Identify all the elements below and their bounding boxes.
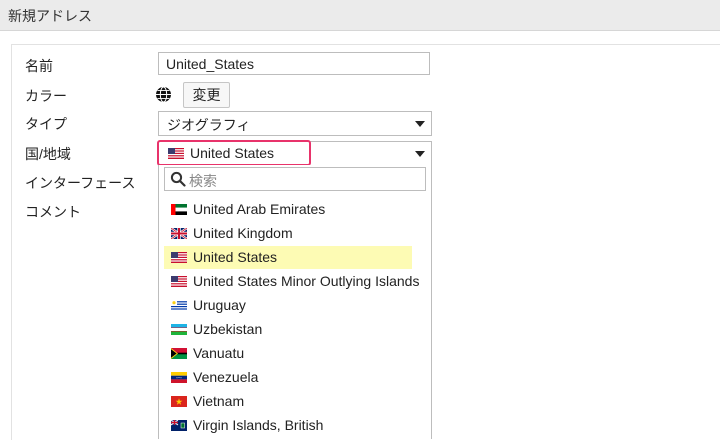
uzbekistan-flag-icon xyxy=(171,323,187,335)
chevron-down-icon xyxy=(415,151,425,157)
option-united-states[interactable]: United States xyxy=(164,246,412,269)
interface-label: インターフェース xyxy=(25,175,136,191)
option-uruguay[interactable]: Uruguay xyxy=(164,294,412,317)
vietnam-flag-icon xyxy=(171,395,187,407)
uae-flag-icon xyxy=(171,203,187,215)
window-title: 新規アドレス xyxy=(8,8,92,24)
type-select[interactable]: ジオグラフィ xyxy=(158,111,432,136)
option-uzbekistan[interactable]: Uzbekistan xyxy=(164,318,412,341)
option-label: United Kingdom xyxy=(193,225,293,241)
dropdown-search-input[interactable]: 検索 xyxy=(164,167,426,191)
title-bar: 新規アドレス xyxy=(0,0,720,31)
change-color-button[interactable]: 変更 xyxy=(183,82,230,108)
option-label: Virgin Islands, British xyxy=(193,417,324,433)
venezuela-flag-icon xyxy=(171,371,187,383)
option-label: Uruguay xyxy=(193,297,246,313)
color-label: カラー xyxy=(25,88,67,104)
option-us-minor-outlying-islands[interactable]: United States Minor Outlying Islands xyxy=(164,270,424,293)
name-field[interactable]: United_States xyxy=(158,52,430,75)
globe-icon xyxy=(156,86,171,103)
option-vietnam[interactable]: Vietnam xyxy=(164,390,412,413)
option-vanuatu[interactable]: Vanuatu xyxy=(164,342,412,365)
uk-flag-icon xyxy=(171,227,187,239)
option-label: United States xyxy=(193,249,278,265)
option-label: United States Minor Outlying Islands xyxy=(193,273,420,289)
option-virgin-islands-british[interactable]: Virgin Islands, British xyxy=(164,414,412,437)
option-label: United Arab Emirates xyxy=(193,201,326,217)
uruguay-flag-icon xyxy=(171,299,187,311)
country-dropdown: 検索 United Arab Emirates United Kingdom U… xyxy=(158,165,432,439)
type-label: タイプ xyxy=(25,116,67,132)
search-placeholder: 検索 xyxy=(189,173,217,189)
us-flag-icon xyxy=(171,251,187,263)
country-label: 国/地域 xyxy=(25,146,71,162)
chevron-down-icon xyxy=(415,121,425,127)
selection-highlight-box xyxy=(157,140,311,166)
name-label: 名前 xyxy=(25,58,53,74)
option-venezuela[interactable]: Venezuela xyxy=(164,366,412,389)
option-united-kingdom[interactable]: United Kingdom xyxy=(164,222,412,245)
comment-label: コメント xyxy=(25,204,81,220)
vanuatu-flag-icon xyxy=(171,347,187,359)
type-select-value: ジオグラフィ xyxy=(167,117,251,133)
option-united-arab-emirates[interactable]: United Arab Emirates xyxy=(164,198,412,221)
search-icon xyxy=(170,171,186,187)
option-label: Vietnam xyxy=(193,393,245,409)
option-label: Uzbekistan xyxy=(193,321,263,337)
british-virgin-islands-flag-icon xyxy=(171,419,187,431)
option-label: Venezuela xyxy=(193,369,259,385)
us-flag-icon xyxy=(171,275,187,287)
option-label: Vanuatu xyxy=(193,345,245,361)
